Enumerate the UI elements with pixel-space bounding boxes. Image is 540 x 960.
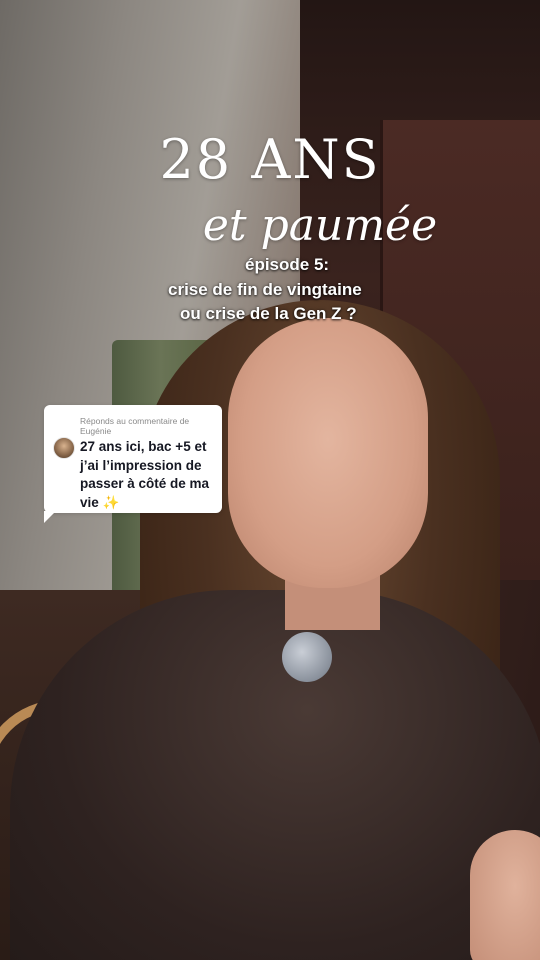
- reply-label: Réponds au commentaire de Eugénie: [80, 416, 190, 436]
- sparkles-icon: ✨: [102, 494, 120, 510]
- person-hand: [470, 830, 540, 960]
- episode-number: épisode 5:: [245, 255, 330, 274]
- episode-line-3: ou crise de la Gen Z ?: [180, 304, 357, 323]
- comment-reply-sticker[interactable]: Réponds au commentaire de Eugénie 27 ans…: [44, 405, 222, 523]
- lavalier-mic: [282, 632, 332, 682]
- episode-line-2: crise de fin de vingtaine: [168, 280, 362, 299]
- commenter-avatar-icon: [53, 437, 75, 459]
- video-title: 28 ANS: [159, 128, 381, 191]
- person-top: [10, 590, 540, 960]
- reply-comment-text: 27 ans ici, bac +5 et j’ai l’impression …: [80, 438, 220, 512]
- video-subtitle-script: et paumée: [202, 200, 438, 251]
- reply-comment-body: 27 ans ici, bac +5 et j’ai l’impression …: [80, 439, 210, 510]
- person-face: [228, 318, 428, 588]
